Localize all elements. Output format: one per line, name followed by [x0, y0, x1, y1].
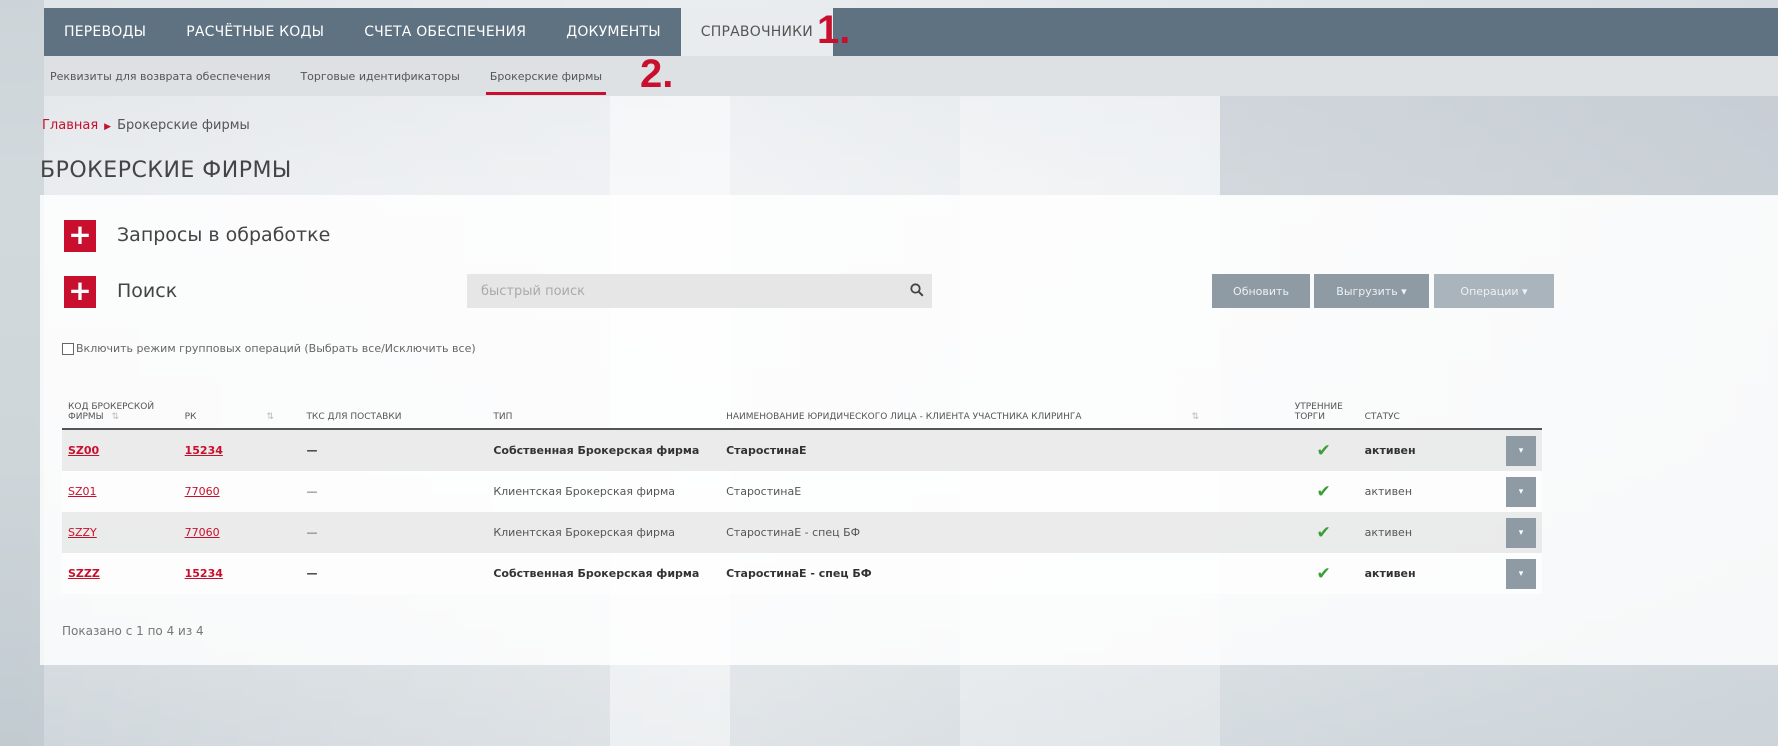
background-shade: [1220, 96, 1778, 196]
tks-cell: —: [300, 553, 488, 594]
column-header-morning-label: УТРЕННИЕ ТОРГИ: [1294, 402, 1343, 422]
type-cell: Собственная Брокерская фирма: [487, 429, 721, 471]
refresh-button[interactable]: Обновить: [1212, 274, 1310, 308]
page-title: БРОКЕРСКИЕ ФИРМЫ: [40, 158, 292, 183]
table-row: SZZY 77060 — Клиентская Брокерская фирма…: [62, 512, 1542, 553]
top-nav: ПЕРЕВОДЫ РАСЧЁТНЫЕ КОДЫ СЧЕТА ОБЕСПЕЧЕНИ…: [44, 8, 1778, 56]
name-cell: СтаростинаЕ: [720, 471, 1289, 512]
status-cell: активен: [1358, 429, 1481, 471]
background-edge: [0, 0, 44, 746]
breadcrumb-current: Брокерские фирмы: [117, 118, 250, 133]
expand-requests-button[interactable]: +: [64, 220, 96, 252]
column-header-name[interactable]: НАИМЕНОВАНИЕ ЮРИДИЧЕСКОГО ЛИЦА - КЛИЕНТА…: [720, 370, 1289, 430]
rk-link[interactable]: 15234: [185, 567, 223, 580]
name-cell: СтаростинаЕ: [720, 429, 1289, 471]
column-header-morning[interactable]: УТРЕННИЕ ТОРГИ: [1288, 370, 1359, 430]
annotation-marker-2: 2.: [640, 52, 674, 96]
status-cell: активен: [1358, 471, 1481, 512]
column-header-status[interactable]: СТАТУС: [1358, 370, 1481, 430]
breadcrumb: Главная ▶ Брокерские фирмы: [42, 118, 250, 133]
tks-cell: —: [300, 512, 488, 553]
broker-code-link[interactable]: SZZY: [68, 526, 97, 539]
search-section-label[interactable]: Поиск: [117, 280, 177, 302]
broker-code-link[interactable]: SZ01: [68, 485, 97, 498]
name-cell: СтаростинаЕ - спец БФ: [720, 553, 1289, 594]
status-cell: активен: [1358, 553, 1481, 594]
operations-button[interactable]: Операции ▾: [1434, 274, 1554, 308]
tks-cell: —: [300, 471, 488, 512]
broker-firms-table: КОД БРОКЕРСКОЙ ФИРМЫ ⇅ РК ⇅ ТКС ДЛЯ ПОСТАВ…: [62, 370, 1542, 594]
expand-search-button[interactable]: +: [64, 276, 96, 308]
group-mode-checkbox[interactable]: [62, 342, 74, 355]
type-cell: Клиентская Брокерская фирма: [487, 471, 721, 512]
rk-link[interactable]: 77060: [185, 485, 220, 498]
row-actions-button[interactable]: ▾: [1506, 476, 1536, 507]
tks-cell: —: [300, 429, 488, 471]
row-actions-button[interactable]: ▾: [1506, 517, 1536, 548]
annotation-marker-1: 1.: [817, 8, 851, 52]
column-header-name-label: НАИМЕНОВАНИЕ ЮРИДИЧЕСКОГО ЛИЦА - КЛИЕНТА…: [726, 412, 1082, 422]
breadcrumb-separator-icon: ▶: [104, 122, 112, 132]
broker-code-link[interactable]: SZZZ: [68, 567, 100, 580]
top-nav-item-documents[interactable]: ДОКУМЕНТЫ: [546, 8, 681, 56]
column-header-rk[interactable]: РК ⇅: [178, 370, 301, 430]
column-header-code[interactable]: КОД БРОКЕРСКОЙ ФИРМЫ ⇅: [62, 370, 179, 430]
sort-icon[interactable]: ⇅: [1192, 412, 1200, 422]
broker-code-link[interactable]: SZ00: [68, 444, 99, 457]
top-nav-item-collateral-accounts[interactable]: СЧЕТА ОБЕСПЕЧЕНИЯ: [344, 8, 546, 56]
row-actions-button[interactable]: ▾: [1506, 435, 1536, 466]
quick-search-input[interactable]: [467, 282, 903, 300]
column-header-rk-label: РК: [184, 412, 197, 422]
requests-section-label[interactable]: Запросы в обработке: [117, 224, 330, 246]
pagination-info: Показано с 1 по 4 из 4: [62, 624, 204, 638]
column-header-type-label: ТИП: [493, 412, 513, 422]
sub-nav-item-refund-details[interactable]: Реквизиты для возврата обеспечения: [50, 70, 270, 83]
sub-nav-item-broker-firms[interactable]: Брокерские фирмы: [485, 70, 607, 95]
column-header-tks[interactable]: ТКС ДЛЯ ПОСТАВКИ: [300, 370, 488, 430]
breadcrumb-home-link[interactable]: Главная: [42, 118, 98, 133]
check-icon: ✔: [1316, 481, 1331, 502]
top-nav-item-transfers[interactable]: ПЕРЕВОДЫ: [44, 8, 166, 56]
column-header-type[interactable]: ТИП: [487, 370, 721, 430]
column-header-actions: [1480, 370, 1542, 430]
type-cell: Клиентская Брокерская фирма: [487, 512, 721, 553]
row-actions-button[interactable]: ▾: [1506, 558, 1536, 589]
sub-nav: Реквизиты для возврата обеспечения Торго…: [44, 56, 1778, 96]
export-button[interactable]: Выгрузить ▾: [1314, 274, 1429, 308]
top-nav-item-settlement-codes[interactable]: РАСЧЁТНЫЕ КОДЫ: [166, 8, 344, 56]
check-icon: ✔: [1316, 440, 1331, 461]
sub-nav-item-trading-ids[interactable]: Торговые идентификаторы: [300, 70, 459, 83]
column-header-tks-label: ТКС ДЛЯ ПОСТАВКИ: [306, 412, 402, 422]
sort-icon[interactable]: ⇅: [112, 412, 120, 422]
status-cell: активен: [1358, 512, 1481, 553]
search-icon[interactable]: [902, 282, 932, 301]
sort-icon[interactable]: ⇅: [266, 412, 274, 422]
type-cell: Собственная Брокерская фирма: [487, 553, 721, 594]
table-row: SZ00 15234 — Собственная Брокерская фирм…: [62, 429, 1542, 471]
check-icon: ✔: [1316, 522, 1331, 543]
top-nav-item-directories[interactable]: СПРАВОЧНИКИ: [680, 8, 833, 56]
table-row: SZZZ 15234 — Собственная Брокерская фирм…: [62, 553, 1542, 594]
quick-search: [467, 274, 932, 308]
rk-link[interactable]: 15234: [185, 444, 223, 457]
column-header-status-label: СТАТУС: [1364, 412, 1400, 422]
group-mode-toggle[interactable]: Включить режим групповых операций (Выбра…: [62, 342, 476, 355]
group-mode-label: Включить режим групповых операций (Выбра…: [76, 342, 476, 355]
rk-link[interactable]: 77060: [185, 526, 220, 539]
name-cell: СтаростинаЕ - спец БФ: [720, 512, 1289, 553]
check-icon: ✔: [1316, 563, 1331, 584]
table-row: SZ01 77060 — Клиентская Брокерская фирма…: [62, 471, 1542, 512]
